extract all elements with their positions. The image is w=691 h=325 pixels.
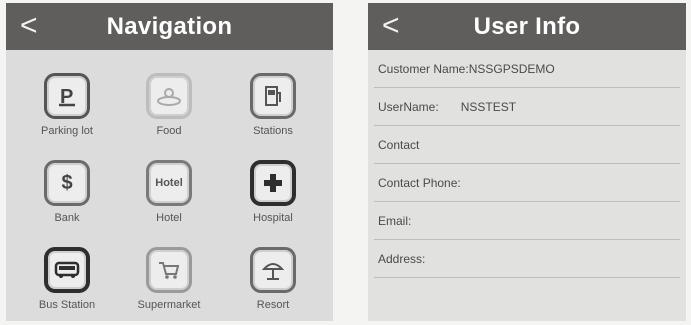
umbrella-icon — [250, 247, 296, 293]
field-value: NSSGPSDEMO — [468, 61, 555, 76]
dollar-icon: $ — [44, 160, 90, 206]
nav-item-label: Supermarket — [137, 299, 201, 311]
field-label: Customer Name: — [378, 61, 469, 76]
user-info-screen: < User Info Customer Name: NSSGPSDEMO Us… — [368, 3, 686, 321]
field-contact: Contact — [374, 126, 680, 164]
field-contact-phone: Contact Phone: — [374, 164, 680, 202]
field-address: Address: — [374, 240, 680, 278]
back-button[interactable]: < — [20, 11, 38, 41]
nav-item-hospital[interactable]: Hospital — [228, 160, 318, 240]
nav-item-label: Bank — [54, 212, 80, 224]
gas-station-icon — [250, 73, 296, 119]
field-value: NSSTEST — [460, 99, 517, 114]
plus-icon — [250, 160, 296, 206]
nav-item-label: Stations — [253, 125, 293, 137]
navigation-header: < Navigation — [6, 3, 333, 50]
field-label: Address: — [378, 251, 426, 266]
nav-item-bank[interactable]: $ Bank — [22, 160, 112, 240]
field-label: UserName: — [378, 99, 439, 114]
nav-item-label: Resort — [256, 299, 290, 311]
back-button[interactable]: < — [382, 11, 400, 41]
nav-item-stations[interactable]: Stations — [228, 73, 318, 153]
field-label: Contact — [378, 137, 420, 152]
nav-item-hotel[interactable]: Hotel Hotel — [124, 160, 214, 240]
field-username: UserName: NSSTEST — [374, 88, 680, 126]
nav-item-label: Hotel — [156, 212, 182, 224]
nav-item-label: Food — [156, 125, 182, 137]
cart-icon — [146, 247, 192, 293]
hotel-icon: Hotel — [146, 160, 192, 206]
nav-item-resort[interactable]: Resort — [228, 247, 318, 321]
page-title: User Info — [473, 12, 581, 40]
nav-item-label: Hospital — [253, 212, 293, 224]
nav-item-label: Parking lot — [41, 125, 93, 137]
field-label: Contact Phone: — [378, 175, 461, 190]
field-email: Email: — [374, 202, 680, 240]
field-customer-name: Customer Name: NSSGPSDEMO — [374, 50, 680, 88]
nav-item-supermarket[interactable]: Supermarket — [124, 247, 214, 321]
navigation-screen: < Navigation P Parking lot Food Stations… — [6, 3, 333, 321]
user-info-header: < User Info — [368, 3, 686, 50]
page-title: Navigation — [106, 12, 233, 40]
nav-item-bus-station[interactable]: Bus Station — [22, 247, 112, 321]
food-icon — [146, 73, 192, 119]
bus-icon — [44, 247, 90, 293]
field-label: Email: — [378, 213, 412, 228]
nav-item-parking-lot[interactable]: P Parking lot — [22, 73, 112, 153]
nav-item-label: Bus Station — [38, 299, 96, 311]
nav-item-food[interactable]: Food — [124, 73, 214, 153]
parking-icon: P — [44, 73, 90, 119]
user-info-list: Customer Name: NSSGPSDEMO UserName: NSST… — [368, 50, 686, 278]
